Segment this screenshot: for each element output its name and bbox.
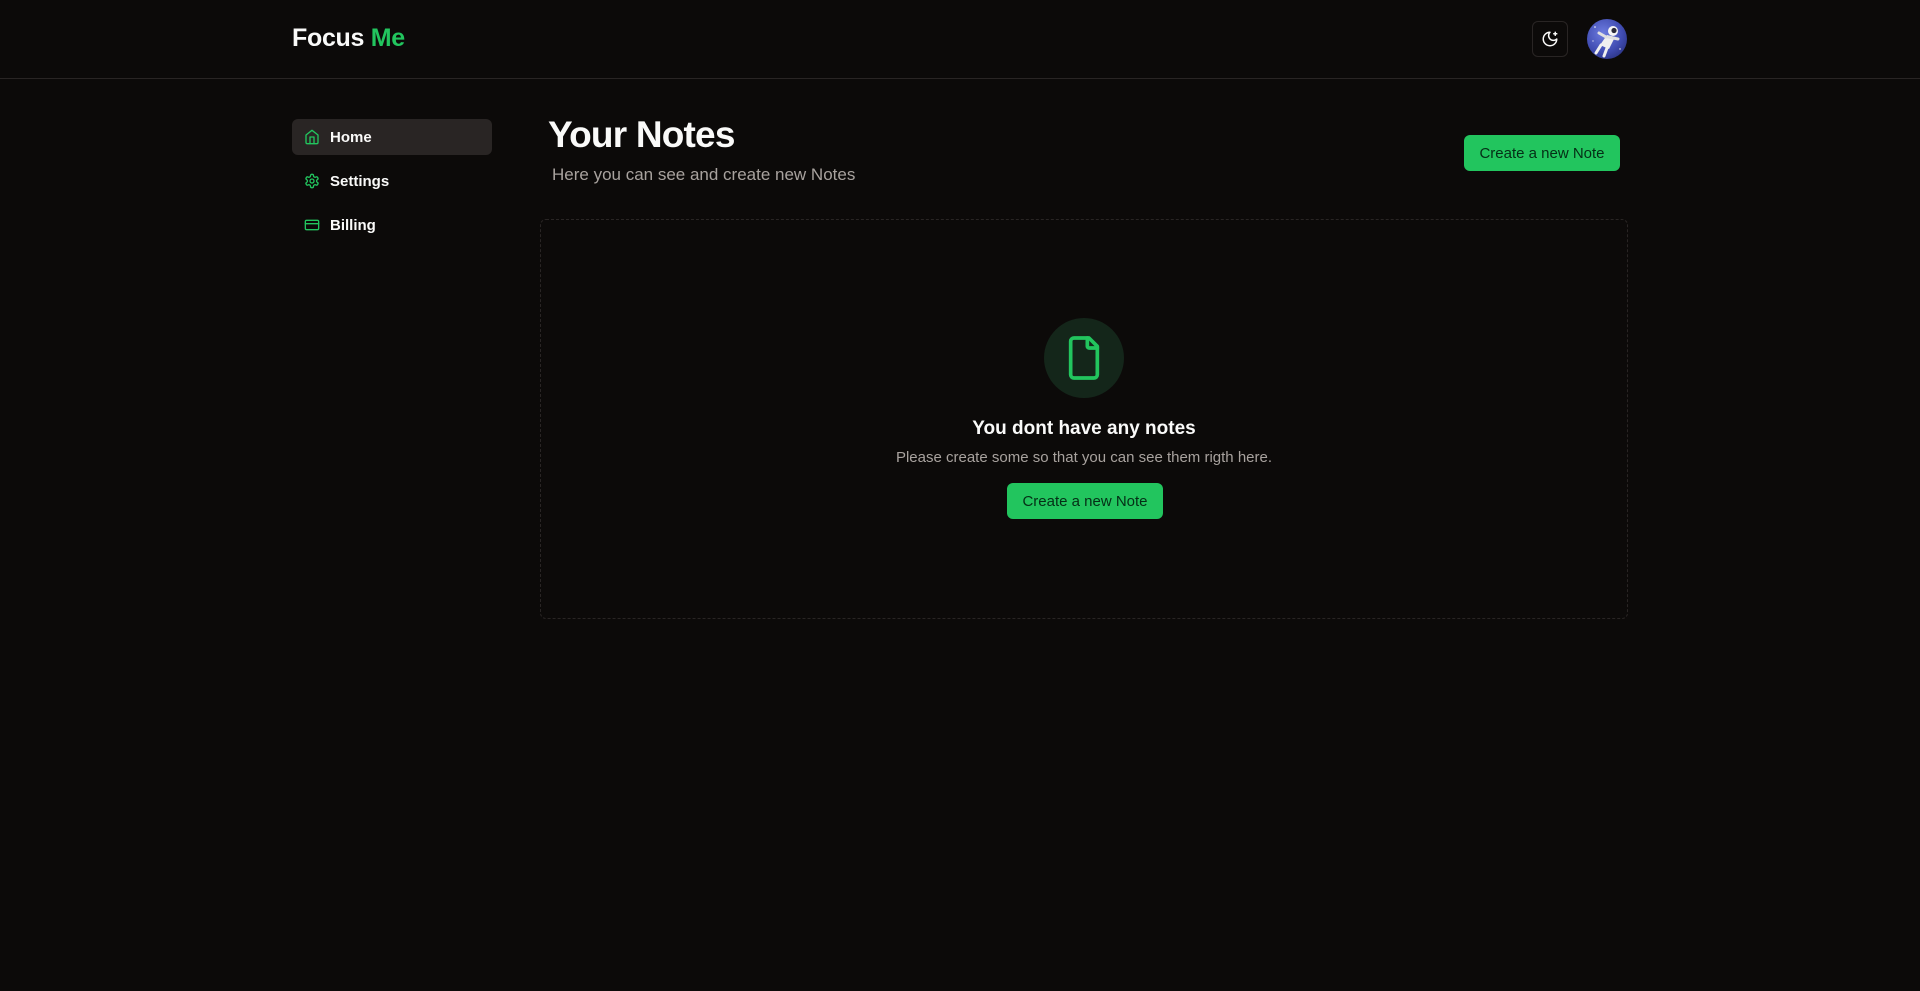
empty-state: You dont have any notes Please create so… <box>540 219 1628 619</box>
sidebar-item-settings[interactable]: Settings <box>292 163 492 199</box>
sidebar-item-label: Home <box>330 128 372 146</box>
sidebar-item-billing[interactable]: Billing <box>292 207 492 243</box>
empty-state-description: Please create some so that you can see t… <box>895 449 1273 466</box>
logo-text: Focus <box>292 24 365 52</box>
theme-toggle-button[interactable] <box>1532 21 1568 57</box>
empty-state-title: You dont have any notes <box>972 418 1196 439</box>
create-note-button[interactable]: Create a new Note <box>1464 135 1620 171</box>
logo-accent-text: Me <box>370 24 405 52</box>
gear-icon <box>304 173 320 189</box>
astronaut-icon <box>1592 26 1621 58</box>
page-title: Your Notes <box>548 114 735 155</box>
top-header: Focus Me <box>0 0 1920 79</box>
moon-icon <box>1541 30 1559 48</box>
credit-card-icon <box>304 217 320 233</box>
file-icon <box>1044 318 1124 398</box>
page-subtitle: Here you can see and create new Notes <box>552 165 856 184</box>
user-avatar[interactable] <box>1587 19 1627 59</box>
sidebar-nav: Home Settings Billing <box>292 119 492 251</box>
home-icon <box>304 129 320 145</box>
sidebar-item-home[interactable]: Home <box>292 119 492 155</box>
create-note-empty-button[interactable]: Create a new Note <box>1007 483 1163 519</box>
sidebar-item-label: Billing <box>330 216 376 234</box>
app-logo[interactable]: Focus Me <box>292 24 405 53</box>
sidebar-item-label: Settings <box>330 172 390 190</box>
